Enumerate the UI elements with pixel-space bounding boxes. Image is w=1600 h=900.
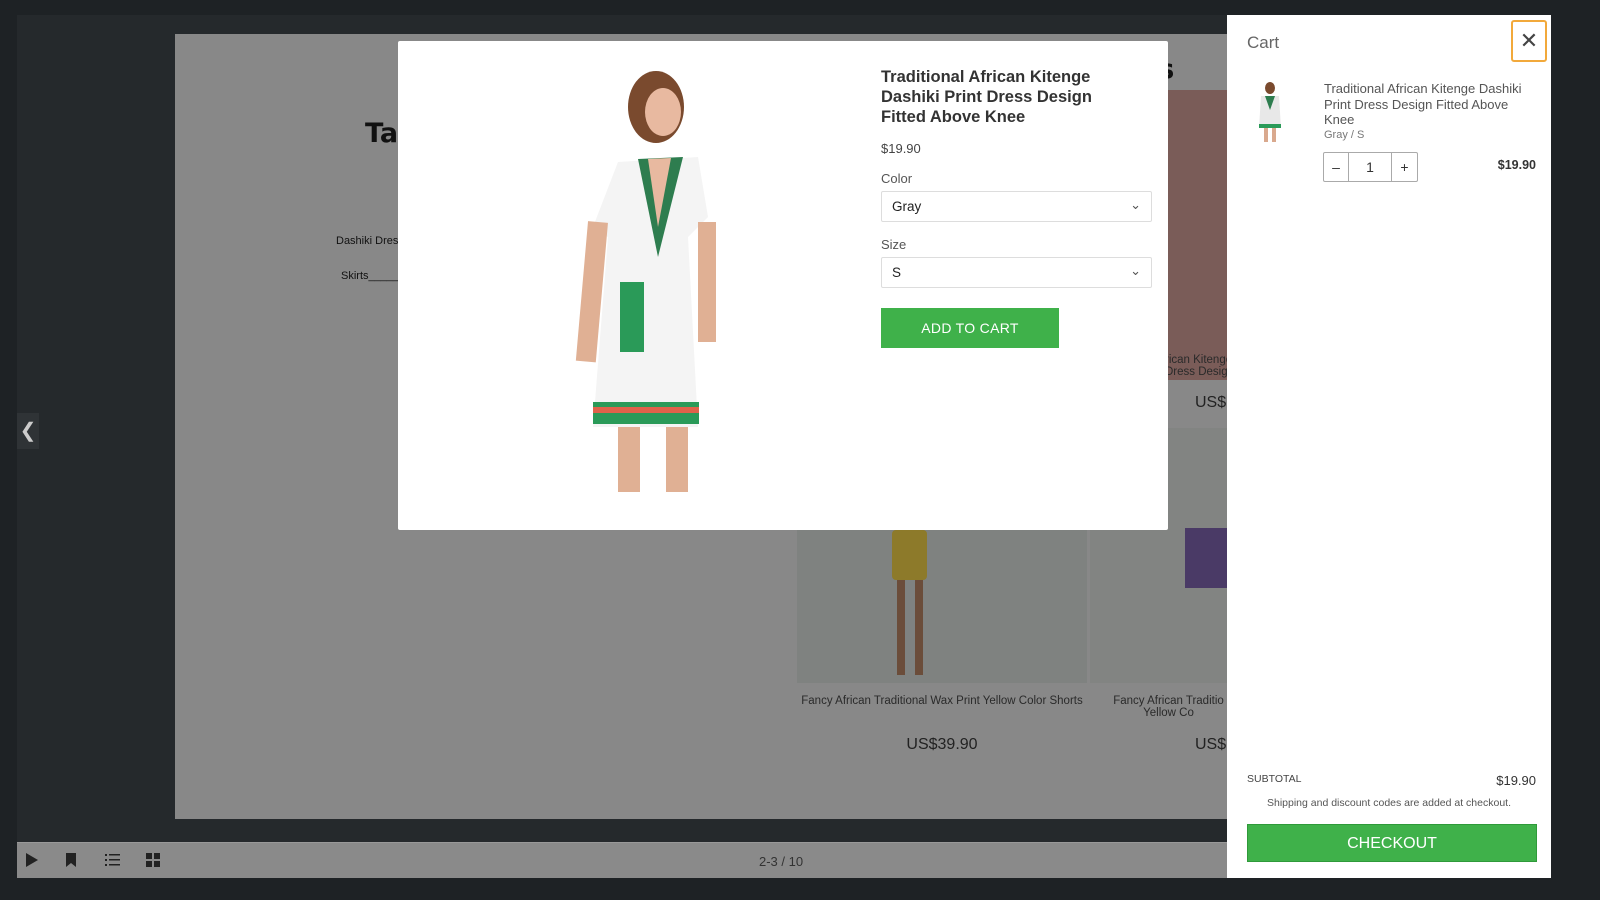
subtotal-value: $19.90 [1496, 773, 1536, 788]
chevron-down-icon: ⌄ [1130, 263, 1141, 278]
size-label: Size [881, 237, 907, 252]
play-icon[interactable] [25, 852, 43, 870]
product-price: $19.90 [881, 141, 921, 156]
cart-item-variant: Gray / S [1324, 129, 1365, 141]
quantity-stepper: – 1 + [1323, 152, 1418, 182]
cart-item-thumbnail [1259, 82, 1281, 142]
page-line: Dashiki Dres [336, 235, 399, 247]
list-icon[interactable] [105, 852, 123, 870]
add-to-cart-button[interactable]: ADD TO CART [881, 308, 1059, 348]
color-label: Color [881, 171, 913, 186]
product-price: US$ [1195, 736, 1227, 753]
product-image-shorts[interactable] [797, 530, 1087, 683]
chevron-down-icon: ⌄ [1130, 197, 1141, 212]
page-indicator: 2-3 / 10 [759, 854, 804, 869]
product-caption[interactable]: rican Kitenge Dress Design [1165, 354, 1227, 378]
decrease-quantity-button[interactable]: – [1324, 153, 1349, 181]
close-cart-button[interactable]: ✕ [1511, 20, 1547, 62]
color-select[interactable]: Gray ⌄ [881, 191, 1152, 222]
previous-page-button[interactable]: ❮ [17, 413, 39, 449]
bookmark-icon[interactable] [65, 852, 83, 870]
product-price: US$ [1195, 394, 1227, 411]
product-caption[interactable]: Fancy African Traditional Wax Print Yell… [797, 695, 1087, 707]
shorts-graphic [892, 530, 927, 580]
cart-item-price: $19.90 [1497, 158, 1536, 172]
grid-icon[interactable] [145, 852, 163, 870]
cart-title: Cart [1247, 33, 1280, 52]
quick-view-modal: Traditional African Kitenge Dashiki Prin… [398, 41, 1168, 530]
size-select[interactable]: S ⌄ [881, 257, 1152, 288]
shipping-note: Shipping and discount codes are added at… [1266, 797, 1511, 809]
product-image-dress [575, 71, 716, 492]
size-value: S [892, 265, 902, 280]
cart-item-name[interactable]: Traditional African Kitenge Dashiki Prin… [1324, 81, 1539, 128]
skirt-graphic [1185, 528, 1227, 588]
checkout-button[interactable]: CHECKOUT [1247, 824, 1537, 862]
leg-graphic [915, 580, 923, 675]
product-title: Traditional African Kitenge Dashiki Prin… [881, 68, 1092, 126]
cart-drawer: Cart ✕ Traditional African Kitenge Dashi… [1227, 15, 1551, 878]
quantity-input[interactable]: 1 [1349, 153, 1392, 181]
close-icon: ✕ [1519, 28, 1539, 53]
chevron-left-icon: ❮ [19, 420, 37, 442]
subtotal-label: SUBTOTAL [1247, 773, 1302, 785]
leg-graphic [897, 580, 905, 675]
product-price: US$39.90 [906, 736, 978, 753]
increase-quantity-button[interactable]: + [1392, 153, 1417, 181]
product-caption[interactable]: Fancy African Traditio Yellow Co [1110, 695, 1227, 719]
viewer-toolbar: 2-3 / 10 [17, 842, 1227, 878]
product-image[interactable] [1165, 90, 1227, 380]
page-line: Skirts______ [341, 270, 406, 282]
color-value: Gray [892, 199, 922, 214]
page-title-fragment: Ta [365, 118, 399, 149]
